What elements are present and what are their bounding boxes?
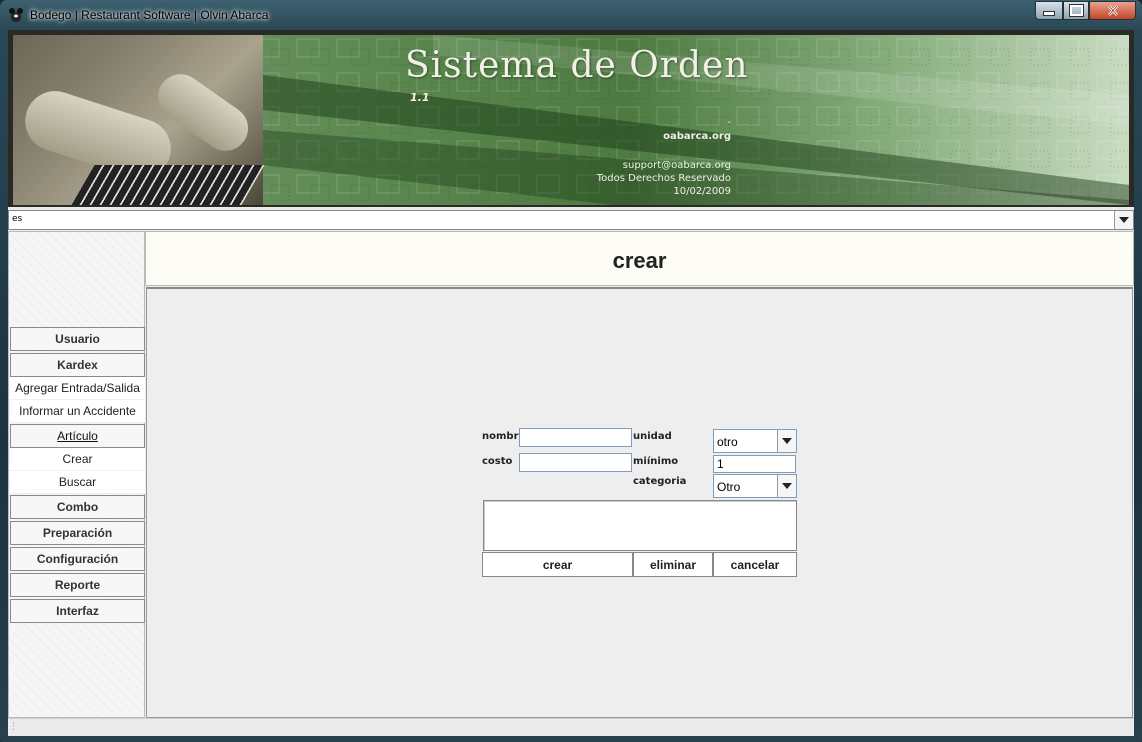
app-icon xyxy=(9,8,23,22)
header-banner: Sistema de Orden 1.1 - oabarca.org suppo… xyxy=(8,30,1134,207)
status-bar: ⋮ xyxy=(8,718,1134,736)
resize-grip-icon[interactable]: ⋮ xyxy=(9,722,18,732)
page-title: crear xyxy=(612,248,667,273)
banner-dash: - xyxy=(727,117,731,128)
keyboard-image xyxy=(71,165,265,205)
language-dropdown-button[interactable] xyxy=(1114,211,1133,229)
description-textarea[interactable] xyxy=(483,500,797,551)
chevron-down-icon xyxy=(782,438,792,444)
minimo-label: miínimo xyxy=(633,456,679,467)
language-select-value: es xyxy=(12,214,23,224)
chevron-down-icon xyxy=(782,483,792,489)
sidebar-item-crear[interactable]: Crear xyxy=(10,448,145,471)
sidebar-section-usuario[interactable]: Usuario xyxy=(10,327,145,351)
sidebar-item-buscar[interactable]: Buscar xyxy=(10,471,145,494)
nombre-input[interactable] xyxy=(519,428,632,447)
client-area: Sistema de Orden 1.1 - oabarca.org suppo… xyxy=(8,30,1134,736)
banner-date: 10/02/2009 xyxy=(673,186,731,197)
chevron-down-icon xyxy=(1119,217,1129,223)
banner-website: oabarca.org xyxy=(663,131,731,142)
minimo-input[interactable]: 1 xyxy=(713,455,796,473)
sidebar-section-reporte[interactable]: Reporte xyxy=(10,573,145,597)
categoria-select[interactable]: Otro xyxy=(713,474,797,498)
window-controls xyxy=(1035,1,1136,20)
categoria-dropdown-button[interactable] xyxy=(777,475,796,497)
content-panel: nombre costo unidad otro miínimo 1 categ… xyxy=(146,287,1133,718)
maximize-icon xyxy=(1068,4,1084,17)
app-version: 1.1 xyxy=(410,91,430,104)
close-icon xyxy=(1107,5,1118,16)
sidebar-section-configuracion[interactable]: Configuración xyxy=(10,547,145,571)
sidebar-section-combo[interactable]: Combo xyxy=(10,495,145,519)
application-window: Bodego | Restaurant Software | Olvin Aba… xyxy=(0,0,1142,742)
categoria-label: categoria xyxy=(633,476,687,487)
app-banner-title: Sistema de Orden xyxy=(405,45,749,86)
cancelar-button[interactable]: cancelar xyxy=(713,552,797,577)
categoria-select-value: Otro xyxy=(717,480,741,494)
content-header: crear xyxy=(145,231,1134,286)
maximize-button[interactable] xyxy=(1063,1,1089,20)
sidebar-section-articulo[interactable]: Artículo xyxy=(10,424,145,448)
banner-background: Sistema de Orden 1.1 - oabarca.org suppo… xyxy=(13,35,1129,205)
window-title: Bodego | Restaurant Software | Olvin Aba… xyxy=(30,8,269,22)
sidebar: Usuario Kardex Agregar Entrada/Salida In… xyxy=(8,231,145,718)
costo-input[interactable] xyxy=(519,453,632,472)
sidebar-section-preparacion[interactable]: Preparación xyxy=(10,521,145,545)
unidad-dropdown-button[interactable] xyxy=(777,430,796,452)
sidebar-item-informar-accidente[interactable]: Informar un Accidente xyxy=(10,400,145,423)
banner-rights: Todos Derechos Reservado xyxy=(596,173,731,184)
sidebar-section-kardex[interactable]: Kardex xyxy=(10,353,145,377)
unidad-select-value: otro xyxy=(717,435,738,449)
hands-on-keyboard-image xyxy=(13,35,265,205)
eliminar-button[interactable]: eliminar xyxy=(633,552,713,577)
language-select[interactable]: es xyxy=(8,210,1134,230)
title-bar[interactable]: Bodego | Restaurant Software | Olvin Aba… xyxy=(0,0,1142,30)
unidad-select[interactable]: otro xyxy=(713,429,797,453)
sidebar-menu: Usuario Kardex Agregar Entrada/Salida In… xyxy=(10,327,145,625)
close-button[interactable] xyxy=(1089,1,1136,20)
sidebar-section-interfaz[interactable]: Interfaz xyxy=(10,599,145,623)
banner-email: support@oabarca.org xyxy=(622,160,731,171)
costo-label: costo xyxy=(482,456,513,467)
unidad-label: unidad xyxy=(633,431,672,442)
crear-button[interactable]: crear xyxy=(482,552,633,577)
minimize-icon xyxy=(1043,11,1055,16)
sidebar-item-agregar-entrada-salida[interactable]: Agregar Entrada/Salida xyxy=(10,377,145,400)
minimize-button[interactable] xyxy=(1035,1,1063,20)
